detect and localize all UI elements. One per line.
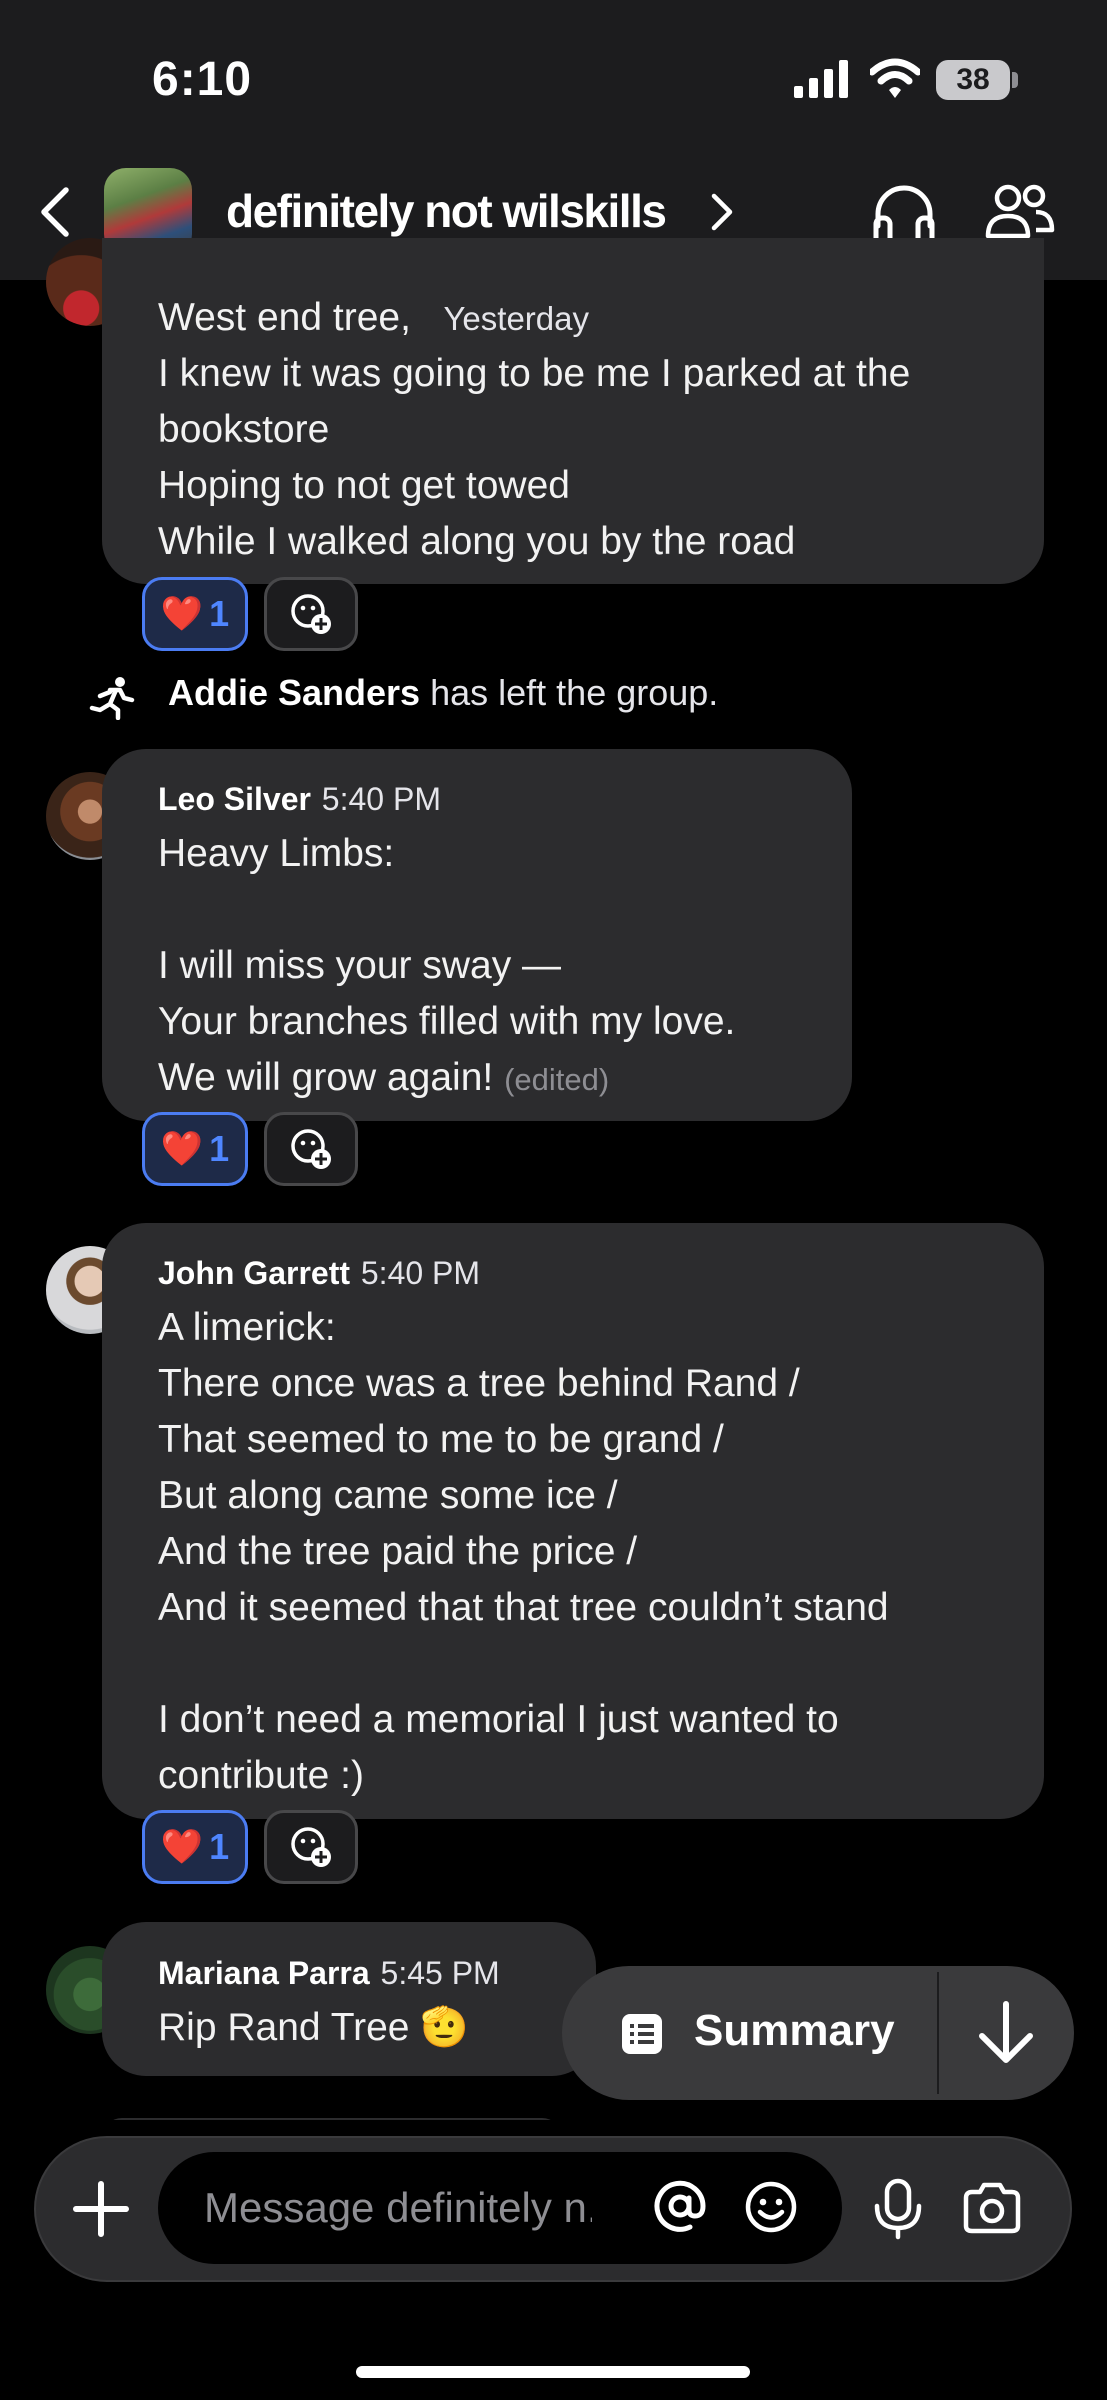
summary-list-icon[interactable] — [622, 2014, 662, 2054]
message-header: Mariana Parra 5:45 PM — [158, 1944, 500, 2001]
message-text: contribute :) — [158, 1754, 364, 1797]
system-message-name: Addie Sanders — [168, 672, 421, 713]
message-input[interactable] — [158, 2152, 842, 2264]
message-text: bookstore — [158, 408, 330, 451]
reaction-count: 1 — [209, 1128, 230, 1169]
battery-tip — [1012, 72, 1018, 88]
chevron-right-icon[interactable] — [710, 192, 734, 232]
system-message: Addie Sanders has left the group. — [168, 672, 718, 714]
home-indicator — [356, 2366, 750, 2378]
wifi-icon — [870, 58, 920, 98]
mention-at-icon[interactable] — [652, 2178, 708, 2234]
message-text: A limerick: — [158, 1306, 336, 1349]
message-text: Your branches filled with my love. — [158, 1000, 736, 1043]
add-reaction-button[interactable] — [264, 577, 358, 651]
system-message-text: has left the group. — [430, 672, 719, 713]
reaction-heart[interactable]: ❤️ 1 — [142, 1112, 248, 1186]
message-text: While I walked along you by the road — [158, 520, 796, 563]
status-time: 6:10 — [152, 53, 253, 106]
message-text: Heavy Limbs: — [158, 832, 395, 875]
heart-emoji: ❤️ — [160, 1130, 204, 1168]
camera-icon[interactable] — [962, 2182, 1022, 2234]
summary-divider — [937, 1972, 939, 2094]
message-text: Rip Rand Tree 🫡 — [158, 2006, 469, 2049]
heart-emoji: ❤️ — [160, 1828, 204, 1866]
message-time: 5:45 PM — [380, 1955, 500, 1991]
microphone-icon[interactable] — [872, 2178, 924, 2240]
message-text: And it seemed that that tree couldn’t st… — [158, 1586, 889, 1629]
message-time: 5:40 PM — [360, 1255, 481, 1291]
message-text: West end tree, Yesterday — [158, 296, 589, 339]
scroll-to-bottom-button[interactable] — [940, 1966, 1074, 2100]
message-text: And the tree paid the price / — [158, 1530, 638, 1573]
message-time: 5:40 PM — [321, 781, 441, 817]
heart-emoji: ❤️ — [160, 595, 204, 633]
group-name[interactable]: definitely not wilskills — [226, 184, 667, 238]
plus-icon[interactable] — [72, 2180, 130, 2238]
members-icon[interactable] — [984, 182, 1056, 242]
reaction-heart[interactable]: ❤️ 1 — [142, 1810, 248, 1884]
add-reaction-button[interactable] — [264, 1112, 358, 1186]
message-header: Leo Silver 5:40 PM — [158, 770, 441, 827]
summary-button[interactable]: Summary — [694, 2006, 895, 2056]
message-text: Hoping to not get towed — [158, 464, 570, 507]
sender-name: John Garrett — [158, 1255, 351, 1291]
add-reaction-icon — [291, 1827, 331, 1867]
add-reaction-icon — [291, 594, 331, 634]
back-chevron-icon[interactable] — [36, 184, 76, 240]
reaction-count: 1 — [209, 1826, 230, 1867]
edited-label: (edited) — [504, 1062, 610, 1097]
message-text: I knew it was going to be me I parked at… — [158, 352, 911, 395]
message-header: John Garrett 5:40 PM — [158, 1244, 480, 1301]
message-text: That seemed to me to be grand / — [158, 1418, 724, 1461]
arrow-down-icon — [979, 2001, 1033, 2063]
add-reaction-icon — [291, 1129, 331, 1169]
message-text: I will miss your sway — — [158, 944, 562, 987]
message-text: I don’t need a memorial I just wanted to — [158, 1698, 839, 1741]
message-text: But along came some ice / — [158, 1474, 618, 1517]
sender-name: Leo Silver — [158, 781, 311, 817]
emoji-icon[interactable] — [744, 2180, 798, 2234]
cellular-signal-icon — [794, 60, 848, 98]
reaction-count: 1 — [209, 593, 230, 634]
sender-name: Mariana Parra — [158, 1955, 370, 1991]
message-text: We will grow again! (edited) — [158, 1056, 610, 1099]
reaction-heart[interactable]: ❤️ 1 — [142, 577, 248, 651]
runner-icon — [89, 677, 135, 720]
battery-indicator: 38 — [936, 60, 1010, 100]
message-text: There once was a tree behind Rand / — [158, 1362, 800, 1405]
message-timestamp: Yesterday — [443, 300, 589, 337]
add-reaction-button[interactable] — [264, 1810, 358, 1884]
